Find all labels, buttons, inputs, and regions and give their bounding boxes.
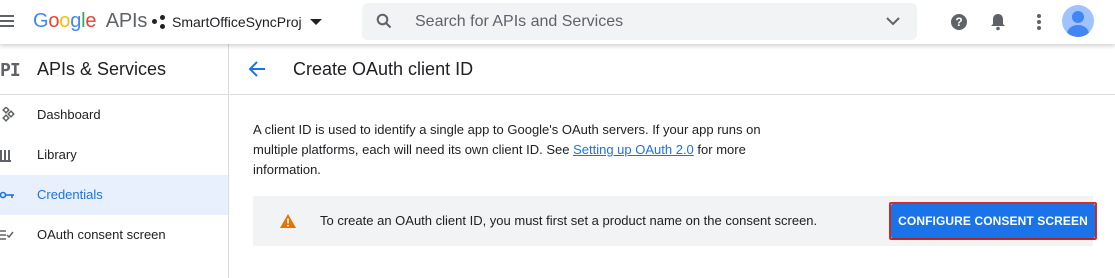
sidebar-item-oauth-consent-screen[interactable]: OAuth consent screen <box>0 215 228 255</box>
consent-notice-banner: To create an OAuth client ID, you must f… <box>253 196 1097 246</box>
chevron-down-icon[interactable] <box>885 13 901 29</box>
sidebar-item-label: Credentials <box>37 187 103 202</box>
notifications-bell-icon[interactable] <box>986 10 1010 34</box>
back-arrow-icon[interactable] <box>247 59 267 79</box>
hamburger-menu-icon[interactable] <box>0 12 16 30</box>
setting-up-oauth-link[interactable]: Setting up OAuth 2.0 <box>573 142 694 157</box>
search-bar[interactable]: Search for APIs and Services <box>362 3 917 40</box>
page-title: Create OAuth client ID <box>293 59 474 79</box>
top-bar: Google APIs SmartOfficeSyncProj Search f… <box>0 0 1115 44</box>
description-text: A client ID is used to identify a single… <box>253 120 793 180</box>
sidebar-item-label: Library <box>37 147 77 162</box>
dashboard-icon <box>2 107 15 122</box>
logo-apis-text: APIs <box>105 10 148 32</box>
key-icon <box>0 191 14 199</box>
sidebar-item-label: OAuth consent screen <box>37 227 166 242</box>
project-selector[interactable]: SmartOfficeSyncProj <box>152 8 322 36</box>
project-name: SmartOfficeSyncProj <box>172 14 302 30</box>
logo-google-text: G <box>33 10 49 32</box>
consent-icon <box>0 230 14 240</box>
search-icon <box>376 13 392 29</box>
sidebar-item-library[interactable]: Library <box>0 135 228 175</box>
notice-text: To create an OAuth client ID, you must f… <box>320 213 818 228</box>
page-header: Create OAuth client ID <box>230 44 1115 95</box>
configure-consent-screen-button[interactable]: CONFIGURE CONSENT SCREEN <box>891 204 1095 238</box>
account-avatar[interactable] <box>1062 5 1094 37</box>
search-input[interactable]: Search for APIs and Services <box>415 13 623 31</box>
sidebar-header: PI APIs & Services <box>0 44 228 95</box>
help-icon[interactable]: ? <box>947 10 971 34</box>
api-logo-icon: PI <box>0 60 21 81</box>
sidebar-title: APIs & Services <box>37 59 167 79</box>
project-icon <box>152 15 166 29</box>
warning-icon <box>280 214 296 228</box>
chevron-down-icon <box>309 19 322 25</box>
sidebar: PI APIs & Services Dashboard Library Cre… <box>0 44 229 278</box>
library-icon <box>0 150 11 162</box>
sidebar-item-dashboard[interactable]: Dashboard <box>0 95 228 135</box>
main-content: Create OAuth client ID A client ID is us… <box>230 44 1115 278</box>
sidebar-item-label: Dashboard <box>37 107 101 122</box>
google-apis-logo[interactable]: Google APIs <box>33 9 147 33</box>
more-vert-icon[interactable] <box>1027 10 1051 34</box>
sidebar-item-credentials[interactable]: Credentials <box>0 175 228 215</box>
